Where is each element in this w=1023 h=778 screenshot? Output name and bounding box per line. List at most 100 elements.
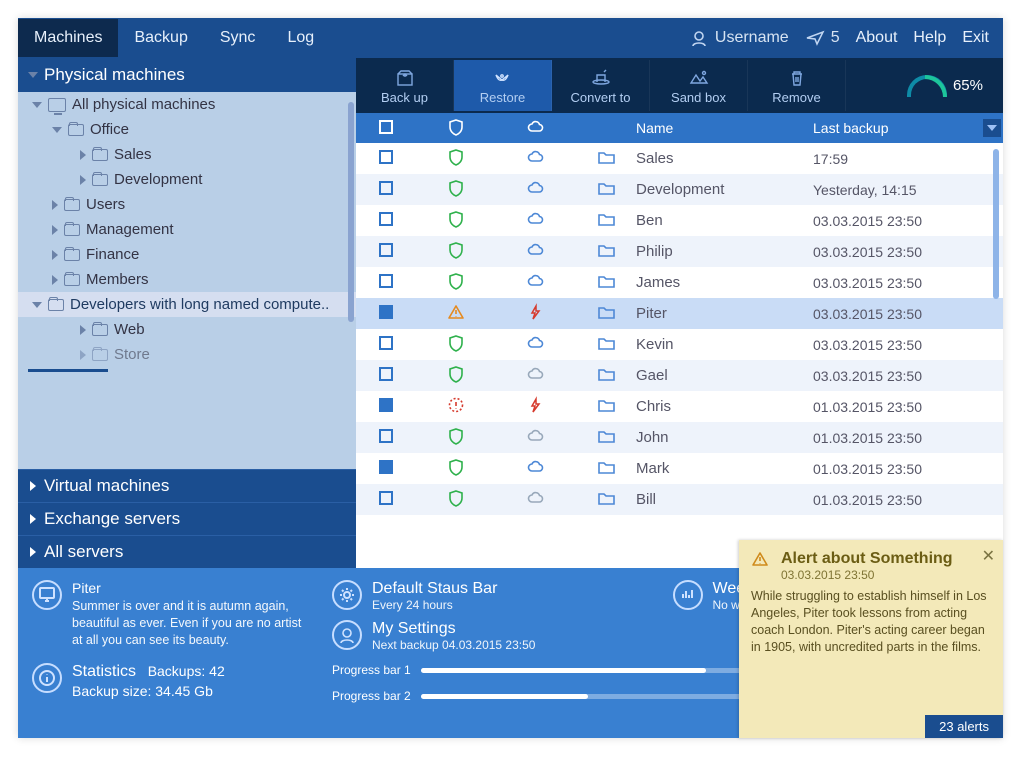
row-name: John [636,429,813,446]
machine-tree: All physical machines Office Sales Devel… [18,92,356,469]
action-remove[interactable]: Remove [748,60,846,111]
chevron-down-icon [987,125,997,131]
col-name[interactable]: Name [636,120,813,136]
cloud-icon [496,396,576,418]
expand-icon [80,150,86,160]
row-checkbox[interactable] [379,429,393,443]
action-convert[interactable]: Convert to [552,60,650,111]
alert-footer[interactable]: 23 alerts [925,715,1003,738]
tree-office[interactable]: Office [18,117,356,142]
vertical-scrollbar[interactable] [993,149,999,299]
row-name: Ben [636,212,813,229]
table-row[interactable]: James03.03.2015 23:50 [356,267,1003,298]
close-icon[interactable]: ✕ [982,546,995,566]
table-row[interactable]: John01.03.2015 23:50 [356,422,1003,453]
folder-icon [576,365,636,387]
menu-backup[interactable]: Backup [118,19,203,57]
row-checkbox[interactable] [379,243,393,257]
table-row[interactable]: Philip03.03.2015 23:50 [356,236,1003,267]
row-last-backup: 03.03.2015 23:50 [813,337,1003,353]
table-row[interactable]: Ben03.03.2015 23:50 [356,205,1003,236]
row-checkbox[interactable] [379,491,393,505]
row-checkbox[interactable] [379,212,393,226]
table-body: Sales17:59DevelopmentYesterday, 14:15Ben… [356,143,1003,568]
tree-web[interactable]: Web [18,317,356,342]
bottom-panel: Piter Summer is over and it is autumn ag… [18,568,1003,738]
folder-icon [64,224,80,236]
row-checkbox[interactable] [379,367,393,381]
row-name: James [636,274,813,291]
expand-icon [32,302,42,308]
row-checkbox[interactable] [379,305,393,319]
tree-users[interactable]: Users [18,192,356,217]
tree-all-physical[interactable]: All physical machines [18,92,356,117]
horizontal-scrollbar[interactable] [28,369,108,372]
row-checkbox[interactable] [379,274,393,288]
menu-help[interactable]: Help [913,29,946,47]
menu-about[interactable]: About [856,29,898,47]
expand-icon [52,225,58,235]
col-status[interactable] [416,118,496,139]
table-row[interactable]: Sales17:59 [356,143,1003,174]
vertical-scrollbar[interactable] [348,102,354,322]
table-row[interactable]: DevelopmentYesterday, 14:15 [356,174,1003,205]
menu-log[interactable]: Log [271,19,330,57]
expand-icon [30,481,36,491]
cloud-icon [496,272,576,294]
menu-machines[interactable]: Machines [18,19,118,57]
tree-members[interactable]: Members [18,267,356,292]
tree-label: Sales [114,146,152,163]
tree-sales[interactable]: Sales [18,142,356,167]
cloud-icon [496,179,576,201]
table-row[interactable]: Bill01.03.2015 23:50 [356,484,1003,515]
tree-finance[interactable]: Finance [18,242,356,267]
action-sandbox[interactable]: Sand box [650,60,748,111]
user-area[interactable]: Username [689,28,789,48]
cat-exchange-servers[interactable]: Exchange servers [18,502,356,535]
cat-virtual-machines[interactable]: Virtual machines [18,469,356,502]
row-checkbox[interactable] [379,398,393,412]
tree-development[interactable]: Development [18,167,356,192]
user-icon [689,28,709,48]
tree-developers-long[interactable]: Developers with long named compute.. [18,292,356,317]
action-restore[interactable]: Restore [454,60,552,111]
col-cloud[interactable] [496,118,576,139]
table-row[interactable]: Mark01.03.2015 23:50 [356,453,1003,484]
cloud-icon [496,365,576,387]
folder-icon [576,489,636,511]
tree-label: Management [86,221,174,238]
sidebar-header[interactable]: Physical machines [18,58,356,92]
menu-sync[interactable]: Sync [204,19,272,57]
col-last-backup[interactable]: Last backup [813,120,983,136]
action-backup[interactable]: Back up [356,60,454,111]
folder-icon [576,458,636,480]
cat-all-servers[interactable]: All servers [18,535,356,568]
row-checkbox[interactable] [379,150,393,164]
sort-dropdown[interactable] [983,119,1001,137]
table-row[interactable]: Gael03.03.2015 23:50 [356,360,1003,391]
row-last-backup: 01.03.2015 23:50 [813,492,1003,508]
status-bar-sub: Every 24 hours [372,598,497,612]
expand-icon [80,175,86,185]
tree-management[interactable]: Management [18,217,356,242]
action-bar: Back up Restore Convert to Sand box Remo… [356,58,1003,113]
messages-area[interactable]: 5 [805,28,840,48]
status-icon [416,303,496,325]
col-check[interactable] [356,120,416,137]
folder-icon [92,324,108,336]
table-row[interactable]: Piter03.03.2015 23:50 [356,298,1003,329]
tree-store[interactable]: Store [18,342,356,367]
table-row[interactable]: Chris01.03.2015 23:50 [356,391,1003,422]
menu-exit[interactable]: Exit [962,29,989,47]
expand-icon [30,514,36,524]
row-checkbox[interactable] [379,460,393,474]
row-checkbox[interactable] [379,181,393,195]
row-last-backup: 03.03.2015 23:50 [813,306,1003,322]
table-row[interactable]: Kevin03.03.2015 23:50 [356,329,1003,360]
cloud-icon [496,241,576,263]
row-last-backup: 03.03.2015 23:50 [813,368,1003,384]
row-checkbox[interactable] [379,336,393,350]
expand-icon [52,250,58,260]
folder-icon [68,124,84,136]
cat-label: Exchange servers [44,509,180,529]
